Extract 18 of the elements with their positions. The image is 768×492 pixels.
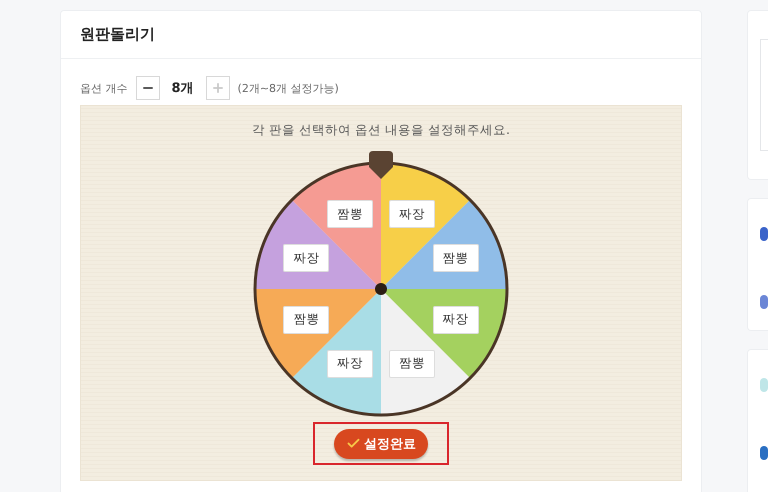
slice-label[interactable]: 짬뽕 [283, 306, 330, 334]
slice-label[interactable]: 짜장 [283, 244, 330, 272]
option-count-label: 옵션 개수 [80, 80, 128, 96]
confirm-button[interactable]: 설정완료 [334, 428, 428, 458]
range-hint: (2개~8개 설정가능) [238, 80, 339, 96]
slice-label[interactable]: 짬뽕 [432, 244, 478, 272]
slice-label[interactable]: 짜장 [432, 306, 478, 334]
instruction-text: 각 판을 선택하여 옵션 내용을 설정해주세요. [252, 122, 510, 139]
slice-label[interactable]: 짬뽕 [388, 350, 435, 378]
slice-label[interactable]: 짜장 [327, 350, 374, 378]
slice-label[interactable]: 짬뽕 [327, 200, 374, 228]
plus-icon [210, 81, 225, 95]
wheel-hub [375, 283, 387, 295]
slice-label[interactable]: 짜장 [388, 200, 435, 228]
panel-title: 원판돌리기 [80, 25, 155, 44]
option-count: 8개 [172, 80, 194, 97]
pointer-icon [369, 151, 393, 179]
decrement-button[interactable] [136, 76, 160, 100]
